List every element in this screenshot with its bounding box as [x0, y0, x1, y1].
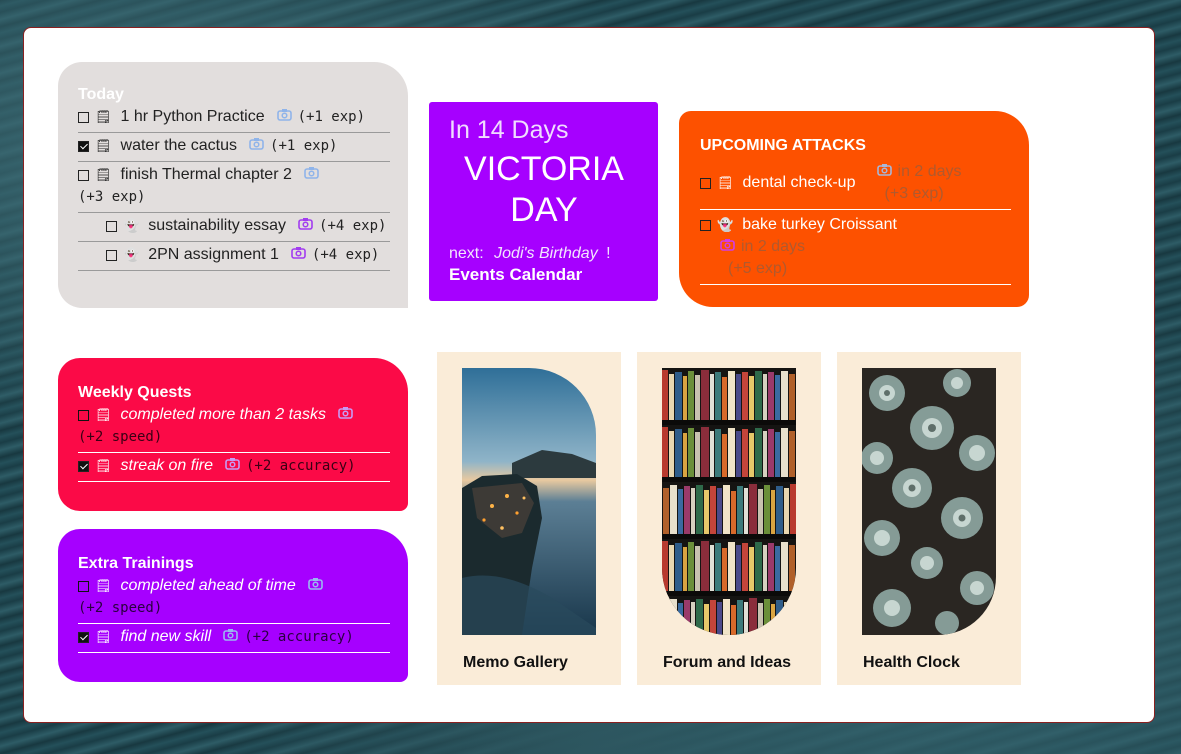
- attack-due-row: in 2 days: [700, 236, 1011, 258]
- weekly-title: Weekly Quests: [78, 384, 192, 401]
- quest-reward: (+2 speed): [78, 429, 163, 445]
- clipboard-icon: 🗒: [95, 407, 112, 422]
- camera-icon[interactable]: [338, 404, 353, 426]
- checkbox-icon[interactable]: [78, 169, 89, 181]
- clipboard-icon: 🗒: [95, 629, 112, 644]
- checkbox-icon[interactable]: [78, 409, 89, 421]
- bookshelf-image: [662, 368, 796, 635]
- coastal-village-image: [462, 368, 596, 635]
- exp-reward: (+1 exp): [270, 138, 338, 154]
- task-label[interactable]: 1 hr Python Practice: [121, 106, 265, 128]
- checkbox-icon[interactable]: [78, 580, 89, 592]
- tile-memo-gallery[interactable]: Memo Gallery: [437, 352, 621, 685]
- tile-label[interactable]: Health Clock: [863, 654, 960, 672]
- tile-label[interactable]: Memo Gallery: [463, 654, 568, 672]
- clipboard-icon: 🗒: [95, 138, 112, 153]
- next-suffix: !: [606, 245, 611, 262]
- event-countdown: In 14 Days: [449, 116, 569, 144]
- today-title: Today: [78, 86, 124, 103]
- extra-trainings-card: Extra Trainings 🗒 completed ahead of tim…: [58, 529, 408, 682]
- training-reward: (+2 accuracy): [244, 629, 354, 645]
- event-name: VICTORIA DAY: [464, 150, 624, 229]
- attack-exp: (+3 exp): [884, 185, 944, 202]
- event-card: In 14 Days VICTORIA DAY next: Jodi's Bir…: [429, 102, 658, 301]
- upcoming-attacks-card: UPCOMING ATTACKS 🗒 dental check-up in 2 …: [679, 111, 1029, 307]
- task-label[interactable]: water the cactus: [121, 135, 238, 157]
- today-task: 👻 sustainability essay (+4 exp): [78, 213, 390, 242]
- attacks-title: UPCOMING ATTACKS: [700, 137, 866, 154]
- events-calendar-link[interactable]: Events Calendar: [449, 265, 638, 285]
- tile-label[interactable]: Forum and Ideas: [663, 654, 791, 672]
- camera-icon[interactable]: [304, 164, 319, 186]
- next-event-name[interactable]: Jodi's Birthday: [494, 245, 598, 262]
- camera-icon[interactable]: [249, 135, 264, 157]
- training-label[interactable]: completed ahead of time: [121, 575, 296, 597]
- quest-reward: (+2 accuracy): [246, 458, 356, 474]
- today-card: Today 🗒 1 hr Python Practice (+1 exp) 🗒 …: [58, 62, 408, 308]
- camera-icon[interactable]: [720, 236, 735, 258]
- checkbox-icon[interactable]: [106, 220, 117, 232]
- camera-icon[interactable]: [276, 106, 292, 128]
- attack-item: 👻 bake turkey Croissant in 2 days (+5 ex…: [700, 210, 1011, 285]
- today-task: 🗒 1 hr Python Practice (+1 exp): [78, 104, 390, 133]
- tile-forum-ideas[interactable]: Forum and Ideas: [637, 352, 821, 685]
- camera-icon[interactable]: [876, 161, 892, 183]
- camera-icon[interactable]: [307, 575, 323, 597]
- training-item: 🗒 find new skill (+2 accuracy): [78, 624, 390, 653]
- exp-reward: (+4 exp): [311, 247, 380, 263]
- main-panel: Today 🗒 1 hr Python Practice (+1 exp) 🗒 …: [23, 27, 1155, 723]
- attack-label[interactable]: bake turkey Croissant: [742, 214, 897, 236]
- camera-icon[interactable]: [223, 626, 239, 648]
- training-label[interactable]: find new skill: [121, 626, 212, 648]
- clipboard-icon: 🗒: [95, 109, 112, 124]
- today-task: 🗒 water the cactus (+1 exp): [78, 133, 390, 162]
- exp-reward: (+4 exp): [319, 218, 387, 234]
- quest-label[interactable]: completed more than 2 tasks: [121, 404, 326, 426]
- succulent-image: [862, 368, 996, 635]
- ghost-icon: 👻: [123, 218, 140, 233]
- checkbox-icon[interactable]: [78, 460, 89, 472]
- attack-item: 🗒 dental check-up in 2 days (+3 exp): [700, 155, 1011, 210]
- task-label[interactable]: sustainability essay: [148, 215, 286, 237]
- attack-meta: in 2 days (+3 exp): [876, 161, 962, 205]
- checkbox-icon[interactable]: [106, 249, 117, 261]
- checkbox-icon[interactable]: [700, 219, 711, 231]
- clipboard-icon: 🗒: [717, 175, 734, 190]
- clipboard-icon: 🗒: [95, 578, 112, 593]
- training-item: 🗒 completed ahead of time (+2 speed): [78, 573, 390, 624]
- tile-health-clock[interactable]: Health Clock: [837, 352, 1021, 685]
- quest-item: 🗒 streak on fire (+2 accuracy): [78, 453, 390, 482]
- attack-label[interactable]: dental check-up: [743, 172, 877, 194]
- clipboard-icon: 🗒: [95, 458, 112, 473]
- next-prefix: next:: [449, 245, 484, 262]
- quest-label[interactable]: streak on fire: [121, 455, 213, 477]
- exp-reward: (+3 exp): [78, 189, 146, 205]
- attack-due: in 2 days: [897, 163, 962, 180]
- attack-due: in 2 days: [741, 238, 806, 255]
- task-label[interactable]: 2PN assignment 1: [148, 244, 279, 266]
- checkbox-icon[interactable]: [78, 140, 89, 152]
- camera-icon[interactable]: [225, 455, 240, 477]
- task-label[interactable]: finish Thermal chapter 2: [121, 164, 292, 186]
- checkbox-icon[interactable]: [78, 631, 89, 643]
- ghost-icon: 👻: [123, 247, 140, 262]
- camera-icon[interactable]: [291, 244, 306, 266]
- checkbox-icon[interactable]: [700, 177, 711, 189]
- training-reward: (+2 speed): [78, 600, 163, 616]
- extra-title: Extra Trainings: [78, 555, 194, 572]
- quest-item: 🗒 completed more than 2 tasks (+2 speed): [78, 402, 390, 453]
- clipboard-icon: 🗒: [95, 167, 112, 182]
- weekly-quests-card: Weekly Quests 🗒 completed more than 2 ta…: [58, 358, 408, 511]
- today-task: 🗒 finish Thermal chapter 2 (+3 exp): [78, 162, 390, 213]
- next-event-line: next: Jodi's Birthday !: [449, 245, 638, 263]
- exp-reward: (+1 exp): [297, 109, 366, 125]
- checkbox-icon[interactable]: [78, 111, 89, 123]
- attack-exp: (+5 exp): [728, 260, 788, 277]
- ghost-icon: 👻: [717, 217, 734, 232]
- today-task: 👻 2PN assignment 1 (+4 exp): [78, 242, 390, 271]
- camera-icon[interactable]: [298, 215, 313, 237]
